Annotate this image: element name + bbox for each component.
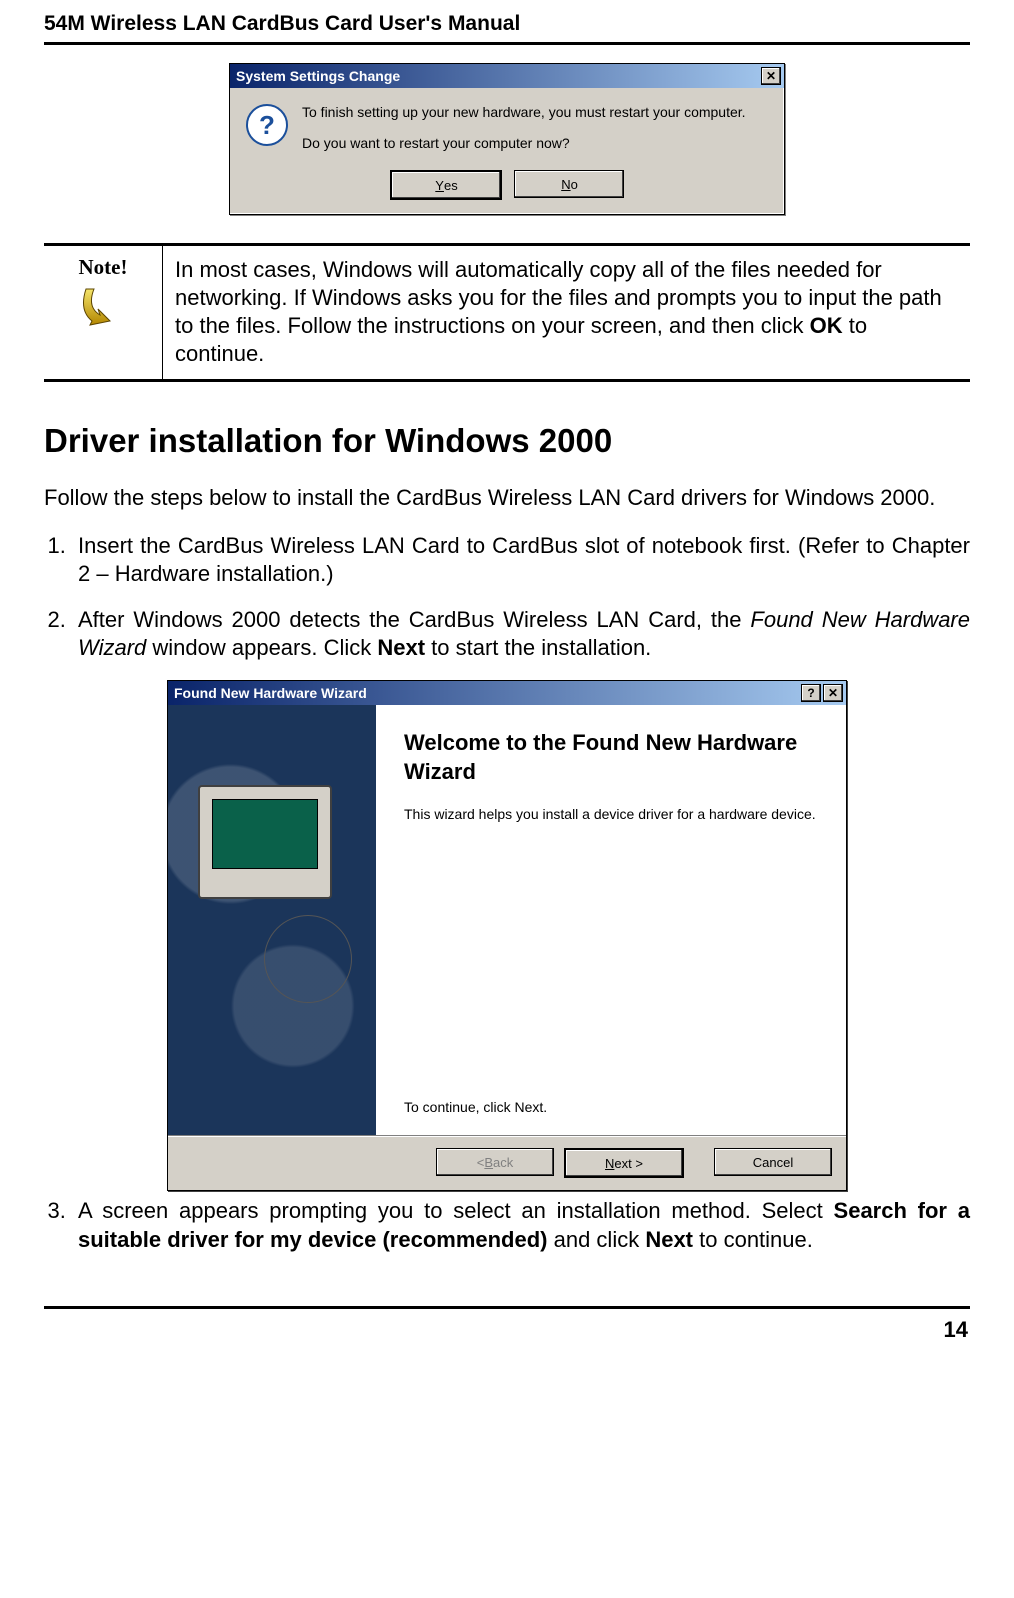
system-settings-dialog: System Settings Change ✕ ? To finish set… xyxy=(229,63,785,215)
page-number: 14 xyxy=(44,1317,970,1343)
footer-rule xyxy=(44,1306,970,1309)
next-button[interactable]: Next > xyxy=(564,1148,684,1178)
note-text: In most cases, Windows will automaticall… xyxy=(163,246,970,379)
found-new-hardware-dialog: Found New Hardware Wizard ? ✕ Welcome to… xyxy=(167,680,847,1191)
running-head: 54M Wireless LAN CardBus Card User's Man… xyxy=(44,12,970,45)
dialog-line1: To finish setting up your new hardware, … xyxy=(302,102,746,123)
yes-button[interactable]: Yes xyxy=(390,170,502,200)
intro-paragraph: Follow the steps below to install the Ca… xyxy=(44,484,970,512)
close-icon[interactable]: ✕ xyxy=(761,67,781,85)
no-button[interactable]: No xyxy=(514,170,624,198)
close-icon[interactable]: ✕ xyxy=(823,684,843,702)
wizard-heading: Welcome to the Found New Hardware Wizard xyxy=(404,729,818,786)
wizard-sidebar-art xyxy=(168,705,376,1135)
wizard-title: Found New Hardware Wizard xyxy=(174,685,367,701)
wizard-continue-hint: To continue, click Next. xyxy=(404,1099,547,1115)
step-1: Insert the CardBus Wireless LAN Card to … xyxy=(72,532,970,588)
note-arrow-icon xyxy=(80,285,126,327)
note-box: Note! In most cases, Windows will automa… xyxy=(44,243,970,382)
cancel-button[interactable]: Cancel xyxy=(714,1148,832,1176)
section-heading: Driver installation for Windows 2000 xyxy=(44,422,970,460)
step-2: After Windows 2000 detects the CardBus W… xyxy=(72,606,970,662)
step-3: A screen appears prompting you to select… xyxy=(72,1197,970,1253)
question-icon: ? xyxy=(246,104,288,146)
dialog-title: System Settings Change xyxy=(236,68,400,84)
wizard-paragraph: This wizard helps you install a device d… xyxy=(404,805,818,825)
dialog-line2: Do you want to restart your computer now… xyxy=(302,133,746,154)
back-button[interactable]: < Back xyxy=(436,1148,554,1176)
help-icon[interactable]: ? xyxy=(801,684,821,702)
note-label: Note! xyxy=(79,254,128,281)
